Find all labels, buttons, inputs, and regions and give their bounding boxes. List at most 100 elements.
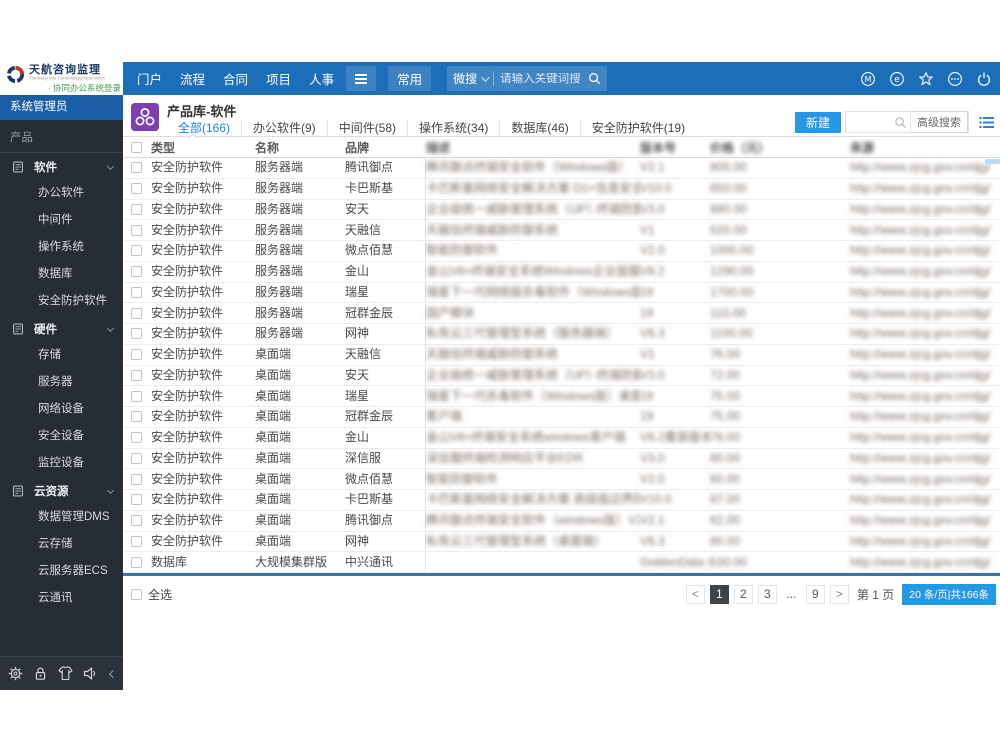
row-checkbox[interactable] (131, 286, 142, 298)
sidebar-group-header-0[interactable]: 软件 (0, 153, 123, 180)
top-nav-item[interactable]: 门户 (137, 69, 162, 88)
sidebar-item-网络设备[interactable]: 网络设备 (0, 396, 123, 423)
table-row[interactable]: 安全防护软件 桌面端 金山 金山V8+终端安全系统windows客户端 V8.2重装版本… (123, 427, 1000, 449)
table-row[interactable]: 安全防护软件 服务器端 天融信 天融信终端威胁防御系统 V1 520.00 http://w… (123, 220, 1000, 241)
row-checkbox[interactable] (131, 473, 142, 485)
sidebar-item-安全设备[interactable]: 安全设备 (0, 423, 123, 450)
table-row[interactable]: 安全防护软件 桌面端 冠群金辰 客户端 19 75.00 http://www.zjcg.g… (123, 407, 1000, 428)
chevron-down-icon[interactable] (481, 72, 490, 82)
global-search-input[interactable] (500, 72, 589, 85)
advanced-search-button[interactable]: 高级搜索 (910, 111, 968, 133)
pagination-prev-button[interactable]: < (685, 584, 705, 604)
row-checkbox[interactable] (131, 245, 142, 257)
table-filter-input[interactable] (846, 113, 894, 131)
table-row[interactable]: 数据库 大规模集群版 中兴通讯 GoldenData s...530.00 http:/… (123, 552, 1000, 573)
row-checkbox[interactable] (131, 515, 142, 527)
row-checkbox[interactable] (131, 535, 142, 547)
sidebar-item-数据管理DMS[interactable]: 数据管理DMS (0, 504, 123, 531)
table-row[interactable]: 安全防护软件 服务器端 金山金山V8+终端安全系统Windows企业版服务端V8.2… (123, 261, 1000, 283)
sidebar-role-header[interactable]: 系统管理员 (0, 95, 123, 120)
row-checkbox[interactable] (131, 390, 142, 402)
table-row[interactable]: 安全防护软件 桌面端 深信服 深信服终端检测响应平台EDR V3.0 80.00 http:… (123, 448, 1000, 470)
row-checkbox[interactable] (131, 203, 142, 215)
row-checkbox[interactable] (131, 369, 142, 381)
top-nav-item[interactable]: 流程 (180, 69, 205, 88)
top-nav-item[interactable]: 合同 (223, 69, 248, 88)
collapse-icon[interactable] (108, 669, 115, 679)
row-checkbox[interactable] (131, 494, 142, 506)
table-row[interactable]: 安全防护软件 服务器端 瑞星瑞星下一代网络版杀毒软件（Windows版）标准模块19… (123, 282, 1000, 304)
nav-hamburger-button[interactable] (346, 66, 377, 91)
sidebar-item-监控设备[interactable]: 监控设备 (0, 450, 123, 477)
row-checkbox[interactable] (131, 432, 142, 444)
table-row[interactable]: 安全防护软件 服务器端 腾讯御点 腾讯御点终端安全软件（Windows版） V2.1 80… (123, 158, 1000, 179)
power-icon[interactable] (976, 71, 992, 87)
login-link[interactable]: · 协同办公系统登录 (0, 82, 121, 94)
table-row[interactable]: 安全防护软件 桌面端 安天企业级统一威胁管理系统（UP）·终端防御系统V3.0 72.… (123, 365, 1000, 387)
speaker-icon[interactable] (83, 666, 98, 681)
horizontal-scrollbar[interactable] (123, 573, 1000, 576)
table-row[interactable]: 安全防护软件 服务器端 冠群金辰 国产模块 19 110.00 http://www.zjc… (123, 303, 1000, 324)
table-row[interactable]: 安全防护软件 桌面端 网神 私有云三代管理型系统（桌面端） V6.3 80.00 http:… (123, 531, 1000, 553)
table-row[interactable]: 安全防护软件 桌面端 微点佰慧 智能防御软件 V2.0 60.00 http://www.z… (123, 469, 1000, 490)
shirt-icon[interactable] (58, 666, 73, 681)
tab-安全防护软件(19)[interactable]: 安全防护软件(19) (579, 120, 696, 135)
row-checkbox[interactable] (131, 307, 142, 319)
vertical-scrollbar-thumb[interactable] (985, 159, 1000, 164)
nav-item-pinned[interactable]: 常用 (388, 66, 432, 91)
row-checkbox[interactable] (131, 349, 142, 361)
sidebar-item-云通讯[interactable]: 云通讯 (0, 585, 123, 612)
sidebar-item-云服务器ECS[interactable]: 云服务器ECS (0, 558, 123, 585)
row-checkbox[interactable] (131, 328, 142, 340)
gear-icon[interactable] (8, 666, 23, 681)
table-row[interactable]: 安全防护软件 桌面端 腾讯御点 腾讯御点终端安全软件（windows版）V2.1 V2.… (123, 510, 1000, 532)
row-checkbox[interactable] (131, 162, 142, 174)
sidebar-item-办公软件[interactable]: 办公软件 (0, 180, 123, 207)
sidebar-group-header-2[interactable]: 云资源 (0, 477, 123, 504)
top-nav-item[interactable]: 项目 (266, 69, 291, 88)
row-checkbox[interactable] (131, 556, 142, 568)
row-checkbox[interactable] (131, 411, 142, 423)
page-size-info-badge[interactable]: 20 条/页|共166条 (902, 583, 996, 605)
row-checkbox[interactable] (131, 452, 142, 464)
search-icon[interactable] (588, 72, 601, 85)
top-nav-item[interactable]: 人事 (309, 69, 334, 88)
pagination-page-9[interactable]: 9 (805, 584, 825, 604)
filter-search-icon[interactable] (894, 116, 907, 129)
sidebar-item-数据库[interactable]: 数据库 (0, 261, 123, 288)
tab-操作系统(34)[interactable]: 操作系统(34) (407, 120, 499, 135)
table-row[interactable]: 安全防护软件 服务器端 安天企业级统一威胁管理系统（UP）·终端防御系统V3.0 88… (123, 199, 1000, 221)
table-row[interactable]: 安全防护软件 服务器端 网神 私有云三代管理型系统（服务器端） V6.3 1100.00 h… (123, 324, 1000, 345)
sidebar-item-云存储[interactable]: 云存储 (0, 531, 123, 558)
table-row[interactable]: 安全防护软件 桌面端 天融信 天融信终端威胁防御系统 V1 76.00 http://www… (123, 344, 1000, 366)
pagination-page-1[interactable]: 1 (709, 584, 729, 604)
sidebar-item-安全防护软件[interactable]: 安全防护软件 (0, 288, 123, 315)
select-all-checkbox[interactable] (131, 588, 142, 600)
sidebar-item-中间件[interactable]: 中间件 (0, 207, 123, 234)
row-checkbox[interactable] (131, 266, 142, 278)
e-circle-icon[interactable]: e (889, 71, 905, 87)
more-circle-icon[interactable] (947, 71, 963, 87)
new-button[interactable]: 新建 (794, 111, 841, 133)
table-row[interactable]: 安全防护软件 服务器端 微点佰慧 智能防御软件 V2.0 1000.00 http://ww… (123, 241, 1000, 262)
tab-数据库(46)[interactable]: 数据库(46) (499, 120, 579, 135)
list-view-toggle-icon[interactable] (979, 116, 994, 129)
sidebar-item-操作系统[interactable]: 操作系统 (0, 234, 123, 261)
table-row[interactable]: 安全防护软件 桌面端 瑞星瑞星下一代杀毒软件（Windows版）桌面模块19 75.0… (123, 386, 1000, 407)
table-row[interactable]: 安全防护软件 服务器端 卡巴斯基卡巴斯基网络安全解决方案 D1+信息安全软件V4.5… (123, 178, 1000, 200)
sidebar-item-存储[interactable]: 存储 (0, 342, 123, 369)
sidebar-group-header-1[interactable]: 硬件 (0, 315, 123, 342)
sidebar-item-服务器[interactable]: 服务器 (0, 369, 123, 396)
tab-办公软件(9)[interactable]: 办公软件(9) (241, 120, 327, 135)
tab-中间件(58)[interactable]: 中间件(58) (326, 120, 407, 135)
m-circle-icon[interactable]: M (860, 71, 876, 87)
lock-icon[interactable] (33, 666, 48, 681)
table-row[interactable]: 安全防护软件 桌面端 卡巴斯基卡巴斯基网络安全解决方案 高级版边界防护 -KESV1… (123, 490, 1000, 511)
star-icon[interactable] (918, 70, 934, 87)
tab-全部(166)[interactable]: 全部(166) (167, 121, 241, 135)
row-checkbox[interactable] (131, 183, 142, 195)
search-scope-label[interactable]: 微搜 (453, 70, 477, 87)
header-checkbox[interactable] (131, 142, 142, 153)
pagination-next-button[interactable]: > (829, 584, 849, 604)
row-checkbox[interactable] (131, 224, 142, 236)
